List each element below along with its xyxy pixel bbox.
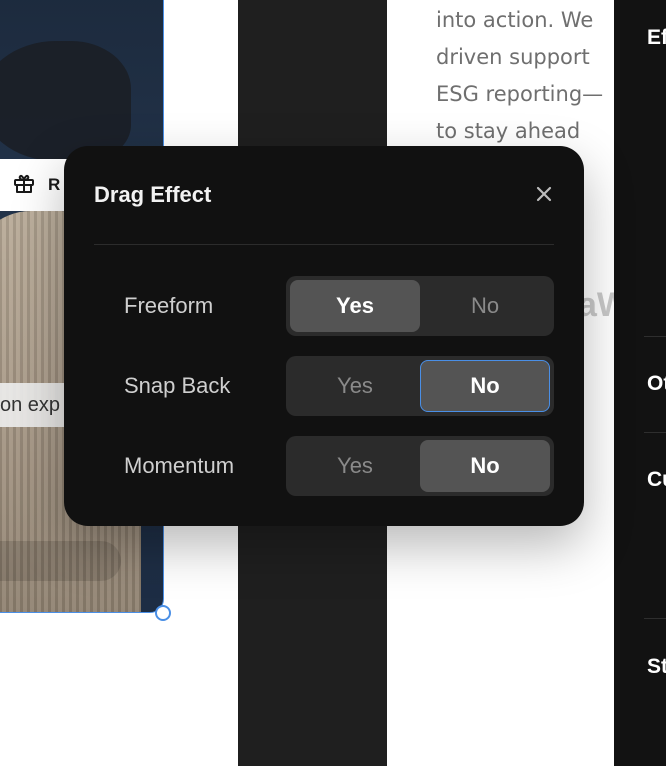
gift-icon	[12, 171, 36, 200]
freeform-toggle: Yes No	[286, 276, 554, 336]
momentum-yes-option[interactable]: Yes	[290, 440, 420, 492]
body-line: into action. We	[436, 8, 594, 32]
close-button[interactable]	[530, 182, 558, 210]
popover-divider	[94, 244, 554, 245]
caption-chip-text: on exp	[0, 393, 61, 416]
snap-back-label: Snap Back	[124, 373, 231, 398]
panel-section-label[interactable]: St	[647, 655, 666, 679]
resize-handle[interactable]	[155, 605, 171, 621]
body-line: ESG reporting—	[436, 82, 604, 106]
momentum-toggle: Yes No	[286, 436, 554, 496]
freeform-no-option[interactable]: No	[420, 280, 550, 332]
body-line: driven support	[436, 45, 590, 69]
panel-section-label[interactable]: Cu	[647, 468, 666, 492]
popover-title: Drag Effect	[94, 182, 212, 207]
body-line: to stay ahead	[436, 119, 581, 143]
panel-section-label[interactable]: Ot	[647, 372, 666, 396]
gift-chip-label: R	[48, 175, 61, 194]
panel-section-label[interactable]: Ef	[647, 26, 666, 50]
faded-heading-text: aW	[578, 286, 618, 324]
snap-back-toggle: Yes No	[286, 356, 554, 416]
sweater-fold	[0, 541, 121, 581]
momentum-no-option[interactable]: No	[420, 440, 550, 492]
body-paragraph: into action. We driven support ESG repor…	[436, 2, 614, 150]
freeform-label: Freeform	[124, 293, 214, 318]
drag-effect-popover: Drag Effect Freeform Yes No Snap Back Ye…	[64, 146, 584, 526]
freeform-yes-option[interactable]: Yes	[290, 280, 420, 332]
momentum-label: Momentum	[124, 453, 235, 478]
snap-back-no-option[interactable]: No	[420, 360, 550, 412]
panel-divider	[644, 336, 666, 337]
right-settings-panel: Ef Ot Cu St	[614, 0, 666, 766]
snap-back-yes-option[interactable]: Yes	[290, 360, 420, 412]
panel-divider	[644, 618, 666, 619]
image-shadow-shape	[0, 41, 131, 161]
panel-divider	[644, 432, 666, 433]
close-icon	[535, 185, 553, 208]
